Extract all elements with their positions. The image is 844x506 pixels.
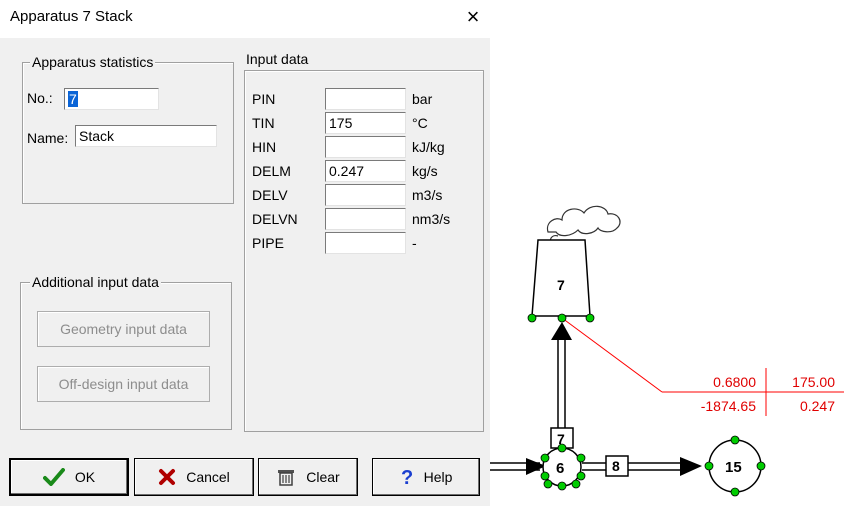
trash-icon (276, 467, 296, 487)
input-label-delm: DELM (252, 163, 291, 179)
input-label-pipe: PIPE (252, 235, 284, 251)
apparatus-dialog: Apparatus 7 Stack × Apparatus statistics… (0, 0, 490, 506)
input-unit-delvn: nm3/s (412, 211, 451, 227)
help-button[interactable]: ? Help (372, 458, 480, 496)
name-field[interactable]: Stack (75, 125, 217, 147)
node-15-label: 15 (725, 459, 742, 476)
name-label: Name: (27, 130, 69, 146)
input-field-tin[interactable]: 175 (325, 112, 406, 134)
input-label-delv: DELV (252, 187, 288, 203)
input-field-pin[interactable] (325, 88, 406, 110)
no-field[interactable]: 7 (64, 88, 159, 110)
input-field-delvn[interactable] (325, 208, 406, 230)
input-label-delvn: DELVN (252, 211, 298, 227)
cancel-button[interactable]: Cancel (134, 458, 254, 496)
input-data-label: Input data (246, 51, 309, 67)
input-unit-pin: bar (412, 91, 433, 107)
question-icon: ? (400, 467, 414, 487)
additional-input-group (20, 282, 232, 430)
svg-text:?: ? (401, 467, 413, 487)
clear-label: Clear (306, 469, 340, 485)
result-bottom-left: -1874.65 (701, 398, 756, 414)
help-label: Help (423, 469, 453, 485)
input-field-delv[interactable] (325, 184, 406, 206)
input-field-hin[interactable] (325, 136, 406, 158)
cancel-label: Cancel (186, 469, 230, 485)
result-top-left: 0.6800 (713, 374, 756, 390)
geometry-input-button[interactable]: Geometry input data (37, 311, 210, 347)
result-top-right: 175.00 (792, 374, 835, 390)
input-label-hin: HIN (252, 139, 277, 155)
checkmark-icon (42, 468, 65, 486)
input-unit-tin: °C (412, 115, 428, 131)
leader-line (561, 317, 663, 393)
arrow-icon (551, 322, 572, 340)
node-6-label: 6 (556, 460, 564, 477)
result-bottom-right: 0.247 (800, 398, 835, 414)
close-icon[interactable]: × (462, 4, 484, 30)
input-unit-delm: kg/s (412, 163, 438, 179)
smoke-cloud-icon (546, 205, 621, 245)
ok-label: OK (74, 469, 96, 485)
additional-input-label: Additional input data (30, 274, 161, 290)
input-label-pin: PIN (252, 91, 276, 107)
input-label-tin: TIN (252, 115, 275, 131)
flowsheet-diagram: 7 0.6800 175.00 -1874.65 0.247 7 6 8 15 (490, 205, 844, 497)
arrow-icon (680, 457, 702, 476)
apparatus-statistics-label: Apparatus statistics (30, 54, 156, 70)
stack-label: 7 (557, 277, 565, 293)
input-unit-hin: kJ/kg (412, 139, 445, 155)
input-field-pipe[interactable] (325, 232, 406, 254)
cross-icon (158, 468, 176, 486)
window-title: Apparatus 7 Stack (10, 8, 133, 25)
pipe-8-label: 8 (612, 458, 620, 474)
input-unit-delv: m3/s (412, 187, 443, 203)
offdesign-input-button[interactable]: Off-design input data (37, 366, 210, 402)
title-bar: Apparatus 7 Stack × (0, 0, 490, 38)
ok-button[interactable]: OK (9, 458, 129, 496)
input-field-delm[interactable]: 0.247 (325, 160, 406, 182)
no-value: 7 (68, 91, 78, 107)
input-unit-pipe: - (412, 235, 417, 251)
clear-button[interactable]: Clear (258, 458, 358, 496)
no-label: No.: (27, 90, 53, 106)
